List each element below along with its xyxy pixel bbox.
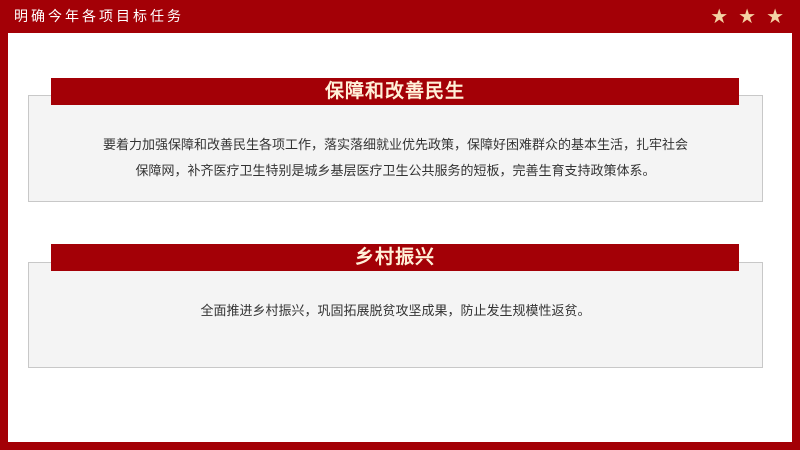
section-ribbon-livelihood: 保障和改善民生 <box>51 78 739 105</box>
right-frame-border <box>792 0 800 450</box>
section-body-livelihood: 要着力加强保障和改善民生各项工作，落实落细就业优先政策，保障好困难群众的基本生活… <box>29 133 762 185</box>
section-body-line: 要着力加强保障和改善民生各项工作，落实落细就业优先政策，保障好困难群众的基本生活… <box>102 138 688 153</box>
star-icon: ★ <box>710 4 729 28</box>
section-body-line: 保障网，补齐医疗卫生特别是城乡基层医疗卫生公共服务的短板，完善生育支持政策体系。 <box>135 164 656 179</box>
header-title: 明确今年各项目标任务 <box>14 9 184 25</box>
left-frame-border <box>0 0 8 450</box>
section-panel-livelihood: 要着力加强保障和改善民生各项工作，落实落细就业优先政策，保障好困难群众的基本生活… <box>28 95 763 202</box>
slide: 明确今年各项目标任务 ★ ★ ★ 要着力加强保障和改善民生各项工作，落实落细就业… <box>0 0 800 450</box>
section-heading-rural: 乡村振兴 <box>354 246 435 268</box>
section-panel-rural: 全面推进乡村振兴，巩固拓展脱贫攻坚成果，防止发生规模性返贫。 <box>28 262 763 368</box>
section-body-rural: 全面推进乡村振兴，巩固拓展脱贫攻坚成果，防止发生规模性返贫。 <box>29 299 762 325</box>
section-heading-livelihood: 保障和改善民生 <box>324 80 465 102</box>
star-icon: ★ <box>738 4 757 28</box>
star-icon: ★ <box>766 4 784 28</box>
section-ribbon-rural: 乡村振兴 <box>51 244 739 271</box>
header-bar: 明确今年各项目标任务 ★ ★ ★ <box>0 0 800 33</box>
footer-bar <box>0 442 800 450</box>
section-body-line: 全面推进乡村振兴，巩固拓展脱贫攻坚成果，防止发生规模性返贫。 <box>200 304 591 319</box>
star-group: ★ ★ ★ <box>710 4 784 28</box>
